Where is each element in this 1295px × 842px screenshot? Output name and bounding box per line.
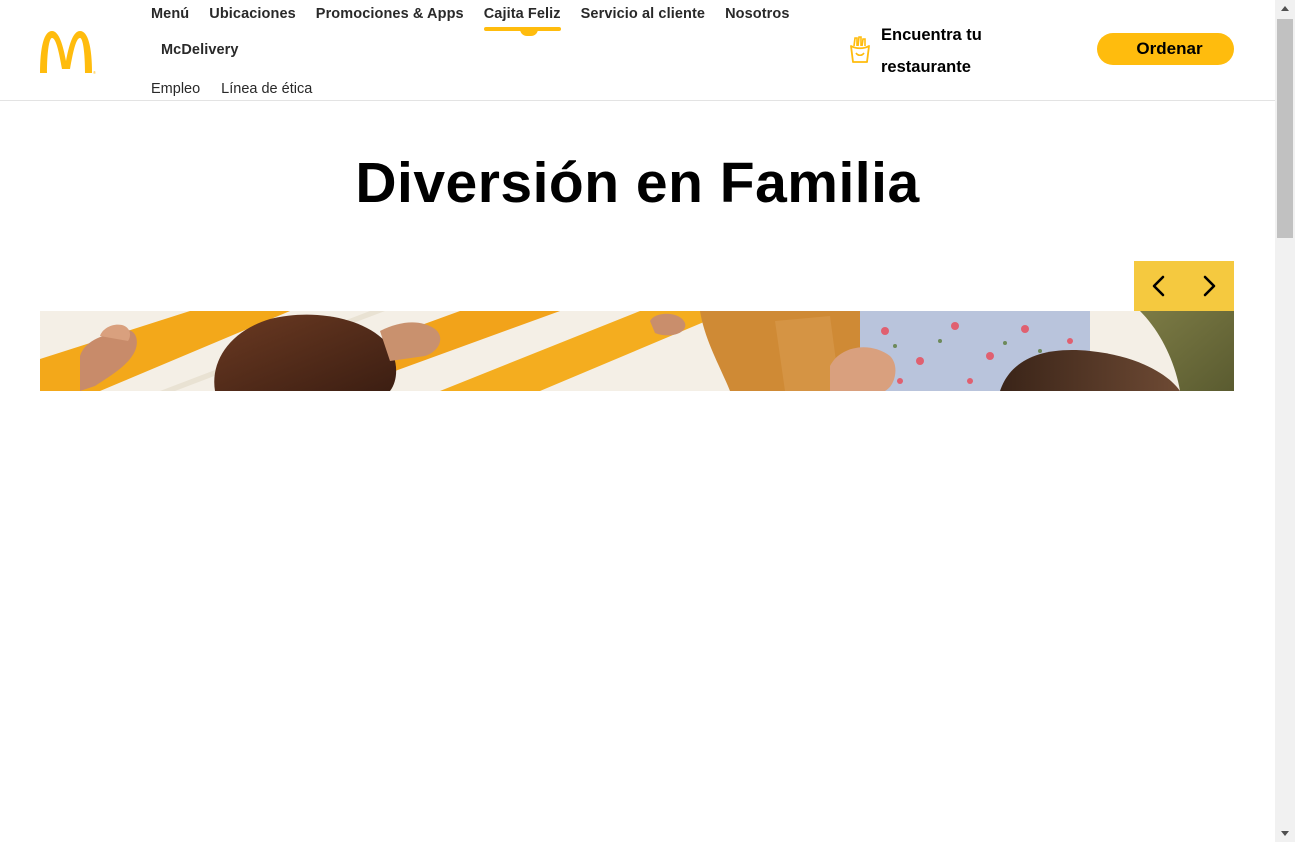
fries-icon: [850, 36, 870, 63]
active-indicator: [519, 29, 538, 36]
nav-item-cajita-feliz-label: Cajita Feliz: [483, 6, 561, 22]
svg-text:®: ®: [93, 70, 96, 75]
mcdonalds-logo[interactable]: ®: [38, 27, 98, 75]
chevron-right-icon: [1203, 275, 1216, 297]
hero-image-family-picnic: [40, 311, 1234, 391]
page: ® Menú Ubicaciones Promociones & Apps Ca…: [0, 0, 1275, 842]
golden-arches-icon: ®: [40, 31, 96, 75]
hero-image: [40, 311, 1234, 391]
chevron-left-icon: [1152, 275, 1165, 297]
nav-item-servicio[interactable]: Servicio al cliente: [581, 6, 705, 22]
primary-nav-row-1: Menú Ubicaciones Promociones & Apps Caji…: [151, 5, 811, 36]
site-header: ® Menú Ubicaciones Promociones & Apps Ca…: [0, 0, 1275, 101]
carousel-prev-button[interactable]: [1134, 261, 1184, 311]
order-button[interactable]: Ordenar: [1097, 33, 1234, 65]
nav-item-mcdelivery[interactable]: McDelivery: [161, 42, 239, 58]
find-restaurant-link[interactable]: Encuentra tu restaurante: [848, 20, 1018, 84]
carousel-controls: [1134, 261, 1234, 311]
find-restaurant-text: Encuentra tu restaurante: [881, 19, 982, 83]
nav-item-nosotros[interactable]: Nosotros: [725, 6, 789, 22]
find-restaurant-line-1: Encuentra tu: [881, 26, 982, 44]
page-title: Diversión en Familia: [355, 151, 920, 215]
scrollbar-thumb[interactable]: [1277, 19, 1293, 238]
find-restaurant-line-2: restaurante: [881, 58, 971, 76]
carousel-next-button[interactable]: [1184, 261, 1234, 311]
primary-nav: Menú Ubicaciones Promociones & Apps Caji…: [151, 5, 811, 62]
scroll-up-arrow-icon[interactable]: [1275, 0, 1295, 17]
secondary-nav: Empleo Línea de ética: [151, 81, 333, 97]
nav-item-menu[interactable]: Menú: [151, 6, 189, 22]
scroll-down-arrow-icon[interactable]: [1275, 825, 1295, 842]
nav-item-linea-etica[interactable]: Línea de ética: [221, 81, 312, 97]
nav-item-promociones[interactable]: Promociones & Apps: [316, 6, 464, 22]
nav-item-cajita-feliz[interactable]: Cajita Feliz: [483, 6, 561, 36]
nav-item-empleo[interactable]: Empleo: [151, 81, 200, 97]
nav-item-ubicaciones[interactable]: Ubicaciones: [209, 6, 296, 22]
vertical-scrollbar[interactable]: [1275, 0, 1295, 842]
primary-nav-row-2: McDelivery: [151, 38, 811, 62]
